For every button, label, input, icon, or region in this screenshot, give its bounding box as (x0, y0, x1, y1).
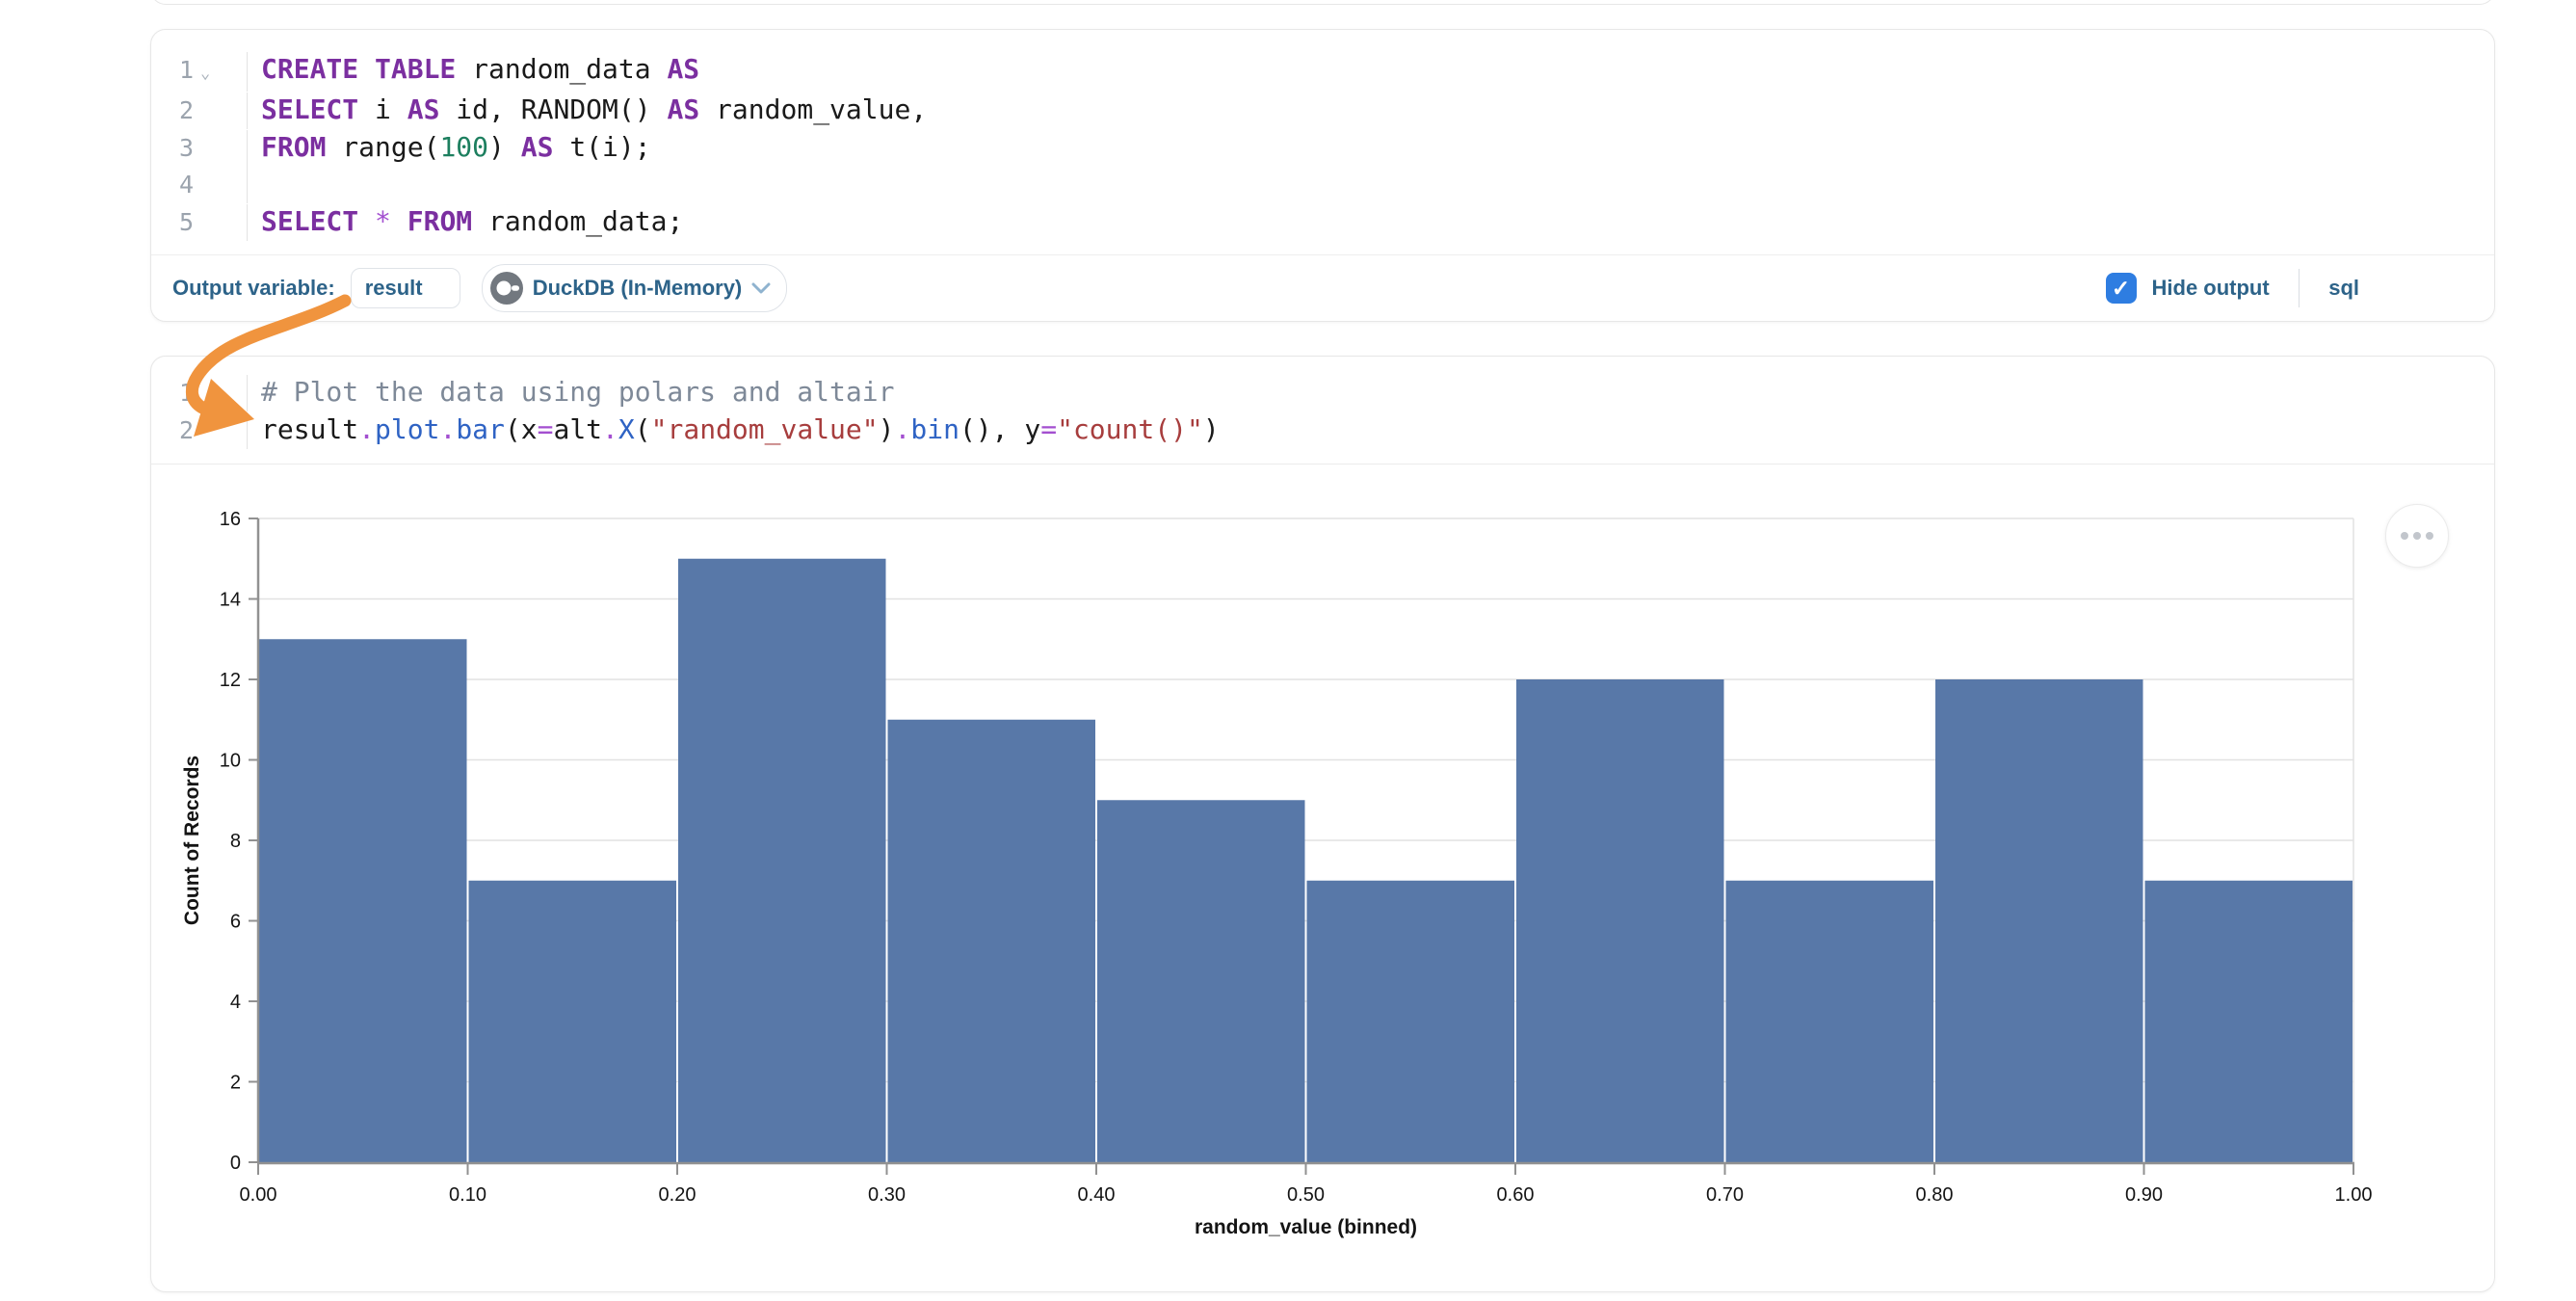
svg-text:0.20: 0.20 (659, 1184, 697, 1206)
dot-icon (2413, 532, 2421, 540)
code-line[interactable]: 1 # Plot the data using polars and altair (151, 374, 2494, 412)
line-number: 1 (179, 375, 194, 412)
svg-text:16: 16 (220, 509, 241, 530)
line-number: 5 (179, 204, 194, 241)
svg-text:8: 8 (230, 831, 241, 852)
code-text: FROM range(100) AS t(i); (248, 129, 651, 166)
code-text: # Plot the data using polars and altair (248, 374, 894, 411)
python-code-editor[interactable]: 1 # Plot the data using polars and altair… (151, 357, 2494, 465)
output-variable-input[interactable]: result (351, 268, 460, 308)
line-number-gutter: 3 (151, 130, 248, 167)
sql-cell-card: 1⌄CREATE TABLE random_data AS2SELECT i A… (150, 29, 2495, 322)
notebook-page: 1⌄CREATE TABLE random_data AS2SELECT i A… (0, 0, 2576, 1301)
previous-cell-bottom-edge (150, 0, 2495, 5)
code-text: SELECT * FROM random_data; (248, 203, 683, 240)
code-line[interactable]: 2 SELECT i AS id, RANDOM() AS random_valu… (151, 92, 2494, 129)
svg-text:0.70: 0.70 (1706, 1184, 1744, 1206)
sql-footer-right-group: ✓ Hide output sql (2106, 269, 2360, 307)
fold-chevron-icon[interactable]: ⌄ (194, 55, 235, 92)
line-number: 1 (179, 52, 194, 89)
line-number-gutter: 2 (151, 412, 248, 449)
svg-text:0.50: 0.50 (1287, 1184, 1325, 1206)
svg-text:Count of Records: Count of Records (181, 756, 203, 925)
code-text: SELECT i AS id, RANDOM() AS random_value… (248, 92, 927, 128)
histogram-chart: 0 2 4 6 8 10 12 14 16 0.00 0.10 0.20 0.30 0.40 0.50 0.6… (151, 465, 2493, 1291)
code-line[interactable]: 4 (151, 167, 2494, 203)
hide-output-checkbox[interactable]: ✓ (2106, 273, 2137, 304)
code-line[interactable]: 1⌄CREATE TABLE random_data AS (151, 51, 2494, 92)
dot-icon (2401, 532, 2408, 540)
line-number-gutter: 2 (151, 93, 248, 129)
svg-text:random_value (binned): random_value (binned) (1195, 1216, 1417, 1238)
language-badge-sql[interactable]: sql (2328, 276, 2359, 301)
sql-code-editor[interactable]: 1⌄CREATE TABLE random_data AS2SELECT i A… (151, 30, 2494, 252)
svg-text:12: 12 (220, 670, 241, 691)
svg-text:10: 10 (220, 751, 241, 772)
code-line[interactable]: 2 result.plot.bar(x=alt.X("random_value")… (151, 412, 2494, 449)
duckdb-icon (490, 272, 523, 305)
code-line[interactable]: 3 FROM range(100) AS t(i); (151, 129, 2494, 167)
python-cell-card: 1 # Plot the data using polars and altair… (150, 356, 2495, 1292)
svg-text:2: 2 (230, 1073, 241, 1094)
output-variable-value: result (365, 276, 423, 301)
svg-text:14: 14 (220, 590, 241, 611)
chevron-down-icon (751, 282, 771, 294)
output-more-options-button[interactable] (2385, 504, 2449, 568)
line-number: 2 (179, 93, 194, 129)
svg-text:0.90: 0.90 (2125, 1184, 2163, 1206)
svg-text:0.10: 0.10 (449, 1184, 486, 1206)
svg-text:0: 0 (230, 1153, 241, 1174)
engine-name-label: DuckDB (In-Memory) (533, 276, 743, 301)
line-number: 4 (179, 167, 194, 203)
line-number: 3 (179, 130, 194, 167)
code-text: CREATE TABLE random_data AS (248, 51, 699, 88)
dot-icon (2426, 532, 2433, 540)
line-number: 2 (179, 412, 194, 449)
hide-output-label: Hide output (2152, 276, 2270, 301)
svg-text:0.00: 0.00 (240, 1184, 277, 1206)
svg-text:0.60: 0.60 (1497, 1184, 1535, 1206)
database-engine-dropdown[interactable]: DuckDB (In-Memory) (482, 264, 788, 312)
svg-text:4: 4 (230, 992, 241, 1013)
line-number-gutter: 4 (151, 167, 248, 203)
line-number-gutter: 1 (151, 375, 248, 412)
svg-text:0.30: 0.30 (868, 1184, 906, 1206)
svg-text:1.00: 1.00 (2335, 1184, 2373, 1206)
output-variable-label: Output variable: (172, 276, 335, 301)
sql-cell-footer: Output variable: result DuckDB (In-Memor… (151, 254, 2494, 321)
code-text: result.plot.bar(x=alt.X("random_value").… (248, 412, 1220, 448)
svg-text:0.40: 0.40 (1078, 1184, 1116, 1206)
footer-divider (2299, 269, 2300, 307)
svg-text:0.80: 0.80 (1916, 1184, 1954, 1206)
line-number-gutter: 5 (151, 204, 248, 241)
svg-text:6: 6 (230, 912, 241, 933)
cell-output-area: 0 2 4 6 8 10 12 14 16 0.00 0.10 0.20 0.30 0.40 0.50 0.6… (151, 464, 2494, 1291)
code-line[interactable]: 5 SELECT * FROM random_data; (151, 203, 2494, 241)
line-number-gutter: 1⌄ (151, 52, 248, 92)
